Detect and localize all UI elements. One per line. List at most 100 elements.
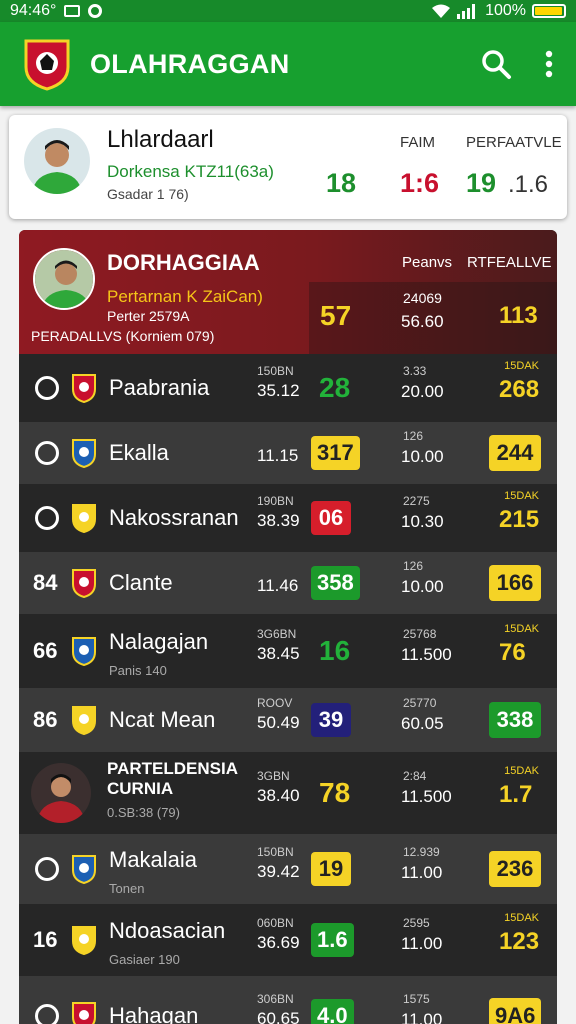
team-crest-icon <box>72 569 96 598</box>
right-stat-badge: 244 <box>489 435 541 471</box>
stat-label-b: 25768 <box>403 627 437 641</box>
team-row[interactable]: PARTELDENSIA CURNIA 0.SB:38 (79) 3GBN 38.40… <box>19 752 557 834</box>
team-row[interactable]: Paabrania 150BN 35.12 28 3.33 20.00 15DAK 268 <box>19 354 557 422</box>
team-row[interactable]: Nakossranan 190BN 38.39 06 2275 10.30 15DAK 215 <box>19 484 557 552</box>
team-row[interactable]: Ekalla 11.15 317 126 10.00 244 <box>19 422 557 484</box>
stat-value-a: 38.39 <box>257 511 300 530</box>
team-row[interactable]: Makalaia Tonen 150BN 39.42 19 12.939 11.00 236 <box>19 834 557 904</box>
featured-value-left: 57 <box>320 300 352 331</box>
search-icon[interactable] <box>480 48 512 80</box>
featured-row[interactable]: DORHAGGIAA Pertarnan K ZaiCan) Perter 25… <box>19 230 557 354</box>
team-subtitle: Tonen <box>109 881 145 896</box>
stat-label-b: 1575 <box>403 992 430 1006</box>
profile-col2-header: PERFAATVLE <box>466 134 562 151</box>
profile-col2-value-b: 19 <box>466 168 497 198</box>
stat-value-a: 36.69 <box>257 933 300 952</box>
leaderboard: DORHAGGIAA Pertarnan K ZaiCan) Perter 25… <box>19 230 557 1024</box>
stat-value-a: 38.45 <box>257 644 300 663</box>
team-crest-icon <box>72 926 96 955</box>
stat-value-a: 60.65 <box>257 1009 300 1024</box>
team-row[interactable]: Hahagan 306BN 60.65 4.0 1575 11.00 9A6 <box>19 976 557 1024</box>
stat-value-b: 10.00 <box>401 577 444 596</box>
right-stat-value: 215 <box>499 506 540 533</box>
right-stat-label: 15DAK <box>504 490 539 502</box>
score-badge: 4.0 <box>311 999 354 1024</box>
wifi-icon <box>432 4 451 18</box>
screenshot-icon <box>64 5 81 17</box>
team-row[interactable]: 16 Ndoasacian Gasiaer 190 060BN 36.69 1.6 259… <box>19 904 557 976</box>
team-name: Nalagajan <box>109 629 209 654</box>
stat-label-a: 306BN <box>257 992 294 1006</box>
featured-footer: PERADALLVS (Korniem 079) <box>31 328 215 344</box>
right-stat-badge: 9A6 <box>489 998 542 1024</box>
team-name: PARTELDENSIA CURNIA <box>107 759 238 798</box>
team-name: Nakossranan <box>109 505 239 530</box>
stat-value-b: 10.30 <box>401 512 444 531</box>
stat-value-a: 11.15 <box>257 446 299 465</box>
stat-label-a: ROOV <box>257 696 293 710</box>
right-stat-badge: 236 <box>489 851 541 887</box>
stat-value-b: 11.500 <box>401 787 452 806</box>
app-bar: OLAHRAGGAN <box>0 22 576 106</box>
status-time: 94:46° <box>10 2 57 19</box>
stat-value-b: 60.05 <box>401 714 444 733</box>
featured-avatar <box>33 248 95 310</box>
team-crest-icon <box>72 855 96 884</box>
stat-value-a: 50.49 <box>257 713 300 732</box>
team-crest-icon <box>72 439 96 468</box>
rank-indicator-icon <box>35 441 59 465</box>
profile-name: Lhlardaarl <box>107 126 214 153</box>
team-crest-icon <box>72 706 96 735</box>
right-stat-label: 15DAK <box>504 360 539 372</box>
profile-card[interactable] <box>9 115 567 219</box>
team-crest-icon <box>72 637 96 666</box>
stat-label-b: 3.33 <box>403 364 427 378</box>
score-value: 16 <box>319 635 351 666</box>
status-bar: 94:46° 100% <box>0 0 576 22</box>
rank-indicator-icon <box>35 857 59 881</box>
score-badge: 06 <box>311 501 351 535</box>
stat-value-b: 20.00 <box>401 382 444 401</box>
team-row[interactable]: 84 Clante 11.46 358 126 10.00 166 <box>19 552 557 614</box>
right-stat-value: 268 <box>499 376 540 403</box>
team-subtitle: Gasiaer 190 <box>109 952 180 967</box>
stat-value-b: 10.00 <box>401 447 444 466</box>
score-badge: 1.6 <box>311 923 354 957</box>
team-crest-icon <box>72 374 96 403</box>
signal-icon <box>457 4 476 19</box>
right-stat-value: 1.7 <box>499 781 533 808</box>
rank-indicator-icon <box>35 506 59 530</box>
stat-label-a: 3G6BN <box>257 627 297 641</box>
team-row[interactable]: 86 Ncat Mean ROOV 50.49 39 25770 60.05 338 <box>19 688 557 752</box>
featured-subtitle-2: Perter 2579A <box>107 308 190 324</box>
stat-label-b: 126 <box>403 559 424 573</box>
right-stat-badge: 166 <box>489 565 541 601</box>
profile-subtitle: Dorkensa KTZ11(63a) <box>107 162 274 181</box>
team-name: Ndoasacian <box>109 918 226 943</box>
profile-col1-header: FAIM <box>400 134 436 151</box>
right-stat-value: 123 <box>499 928 540 955</box>
stat-value-b: 11.00 <box>401 934 443 953</box>
stat-value-b: 11.500 <box>401 645 452 664</box>
stat-label-a: 060BN <box>257 916 294 930</box>
stat-value-a: 35.12 <box>257 381 300 400</box>
featured-header-1: Peanvs <box>402 254 453 271</box>
score-badge: 317 <box>311 436 360 470</box>
featured-header-2: RTFEALLVE <box>467 254 552 271</box>
profile-col2-value-c: .1.6 <box>508 171 549 198</box>
score-value: 28 <box>319 372 351 403</box>
stat-value-a: 39.42 <box>257 862 300 881</box>
stat-label-a: 190BN <box>257 494 294 508</box>
stat-label-b: 2595 <box>403 916 430 930</box>
team-rank: 66 <box>33 638 58 663</box>
rank-indicator-icon <box>35 1004 59 1024</box>
sync-icon <box>88 4 103 18</box>
more-options-icon[interactable] <box>544 49 554 79</box>
battery-icon <box>532 4 566 18</box>
battery-percent: 100% <box>485 2 526 19</box>
team-crest-icon <box>72 1002 96 1024</box>
score-badge: 358 <box>311 566 360 600</box>
right-stat-value: 76 <box>499 639 526 666</box>
team-row[interactable]: 66 Nalagajan Panis 140 3G6BN 38.45 16 25768 11… <box>19 614 557 688</box>
team-name: Clante <box>109 570 173 595</box>
